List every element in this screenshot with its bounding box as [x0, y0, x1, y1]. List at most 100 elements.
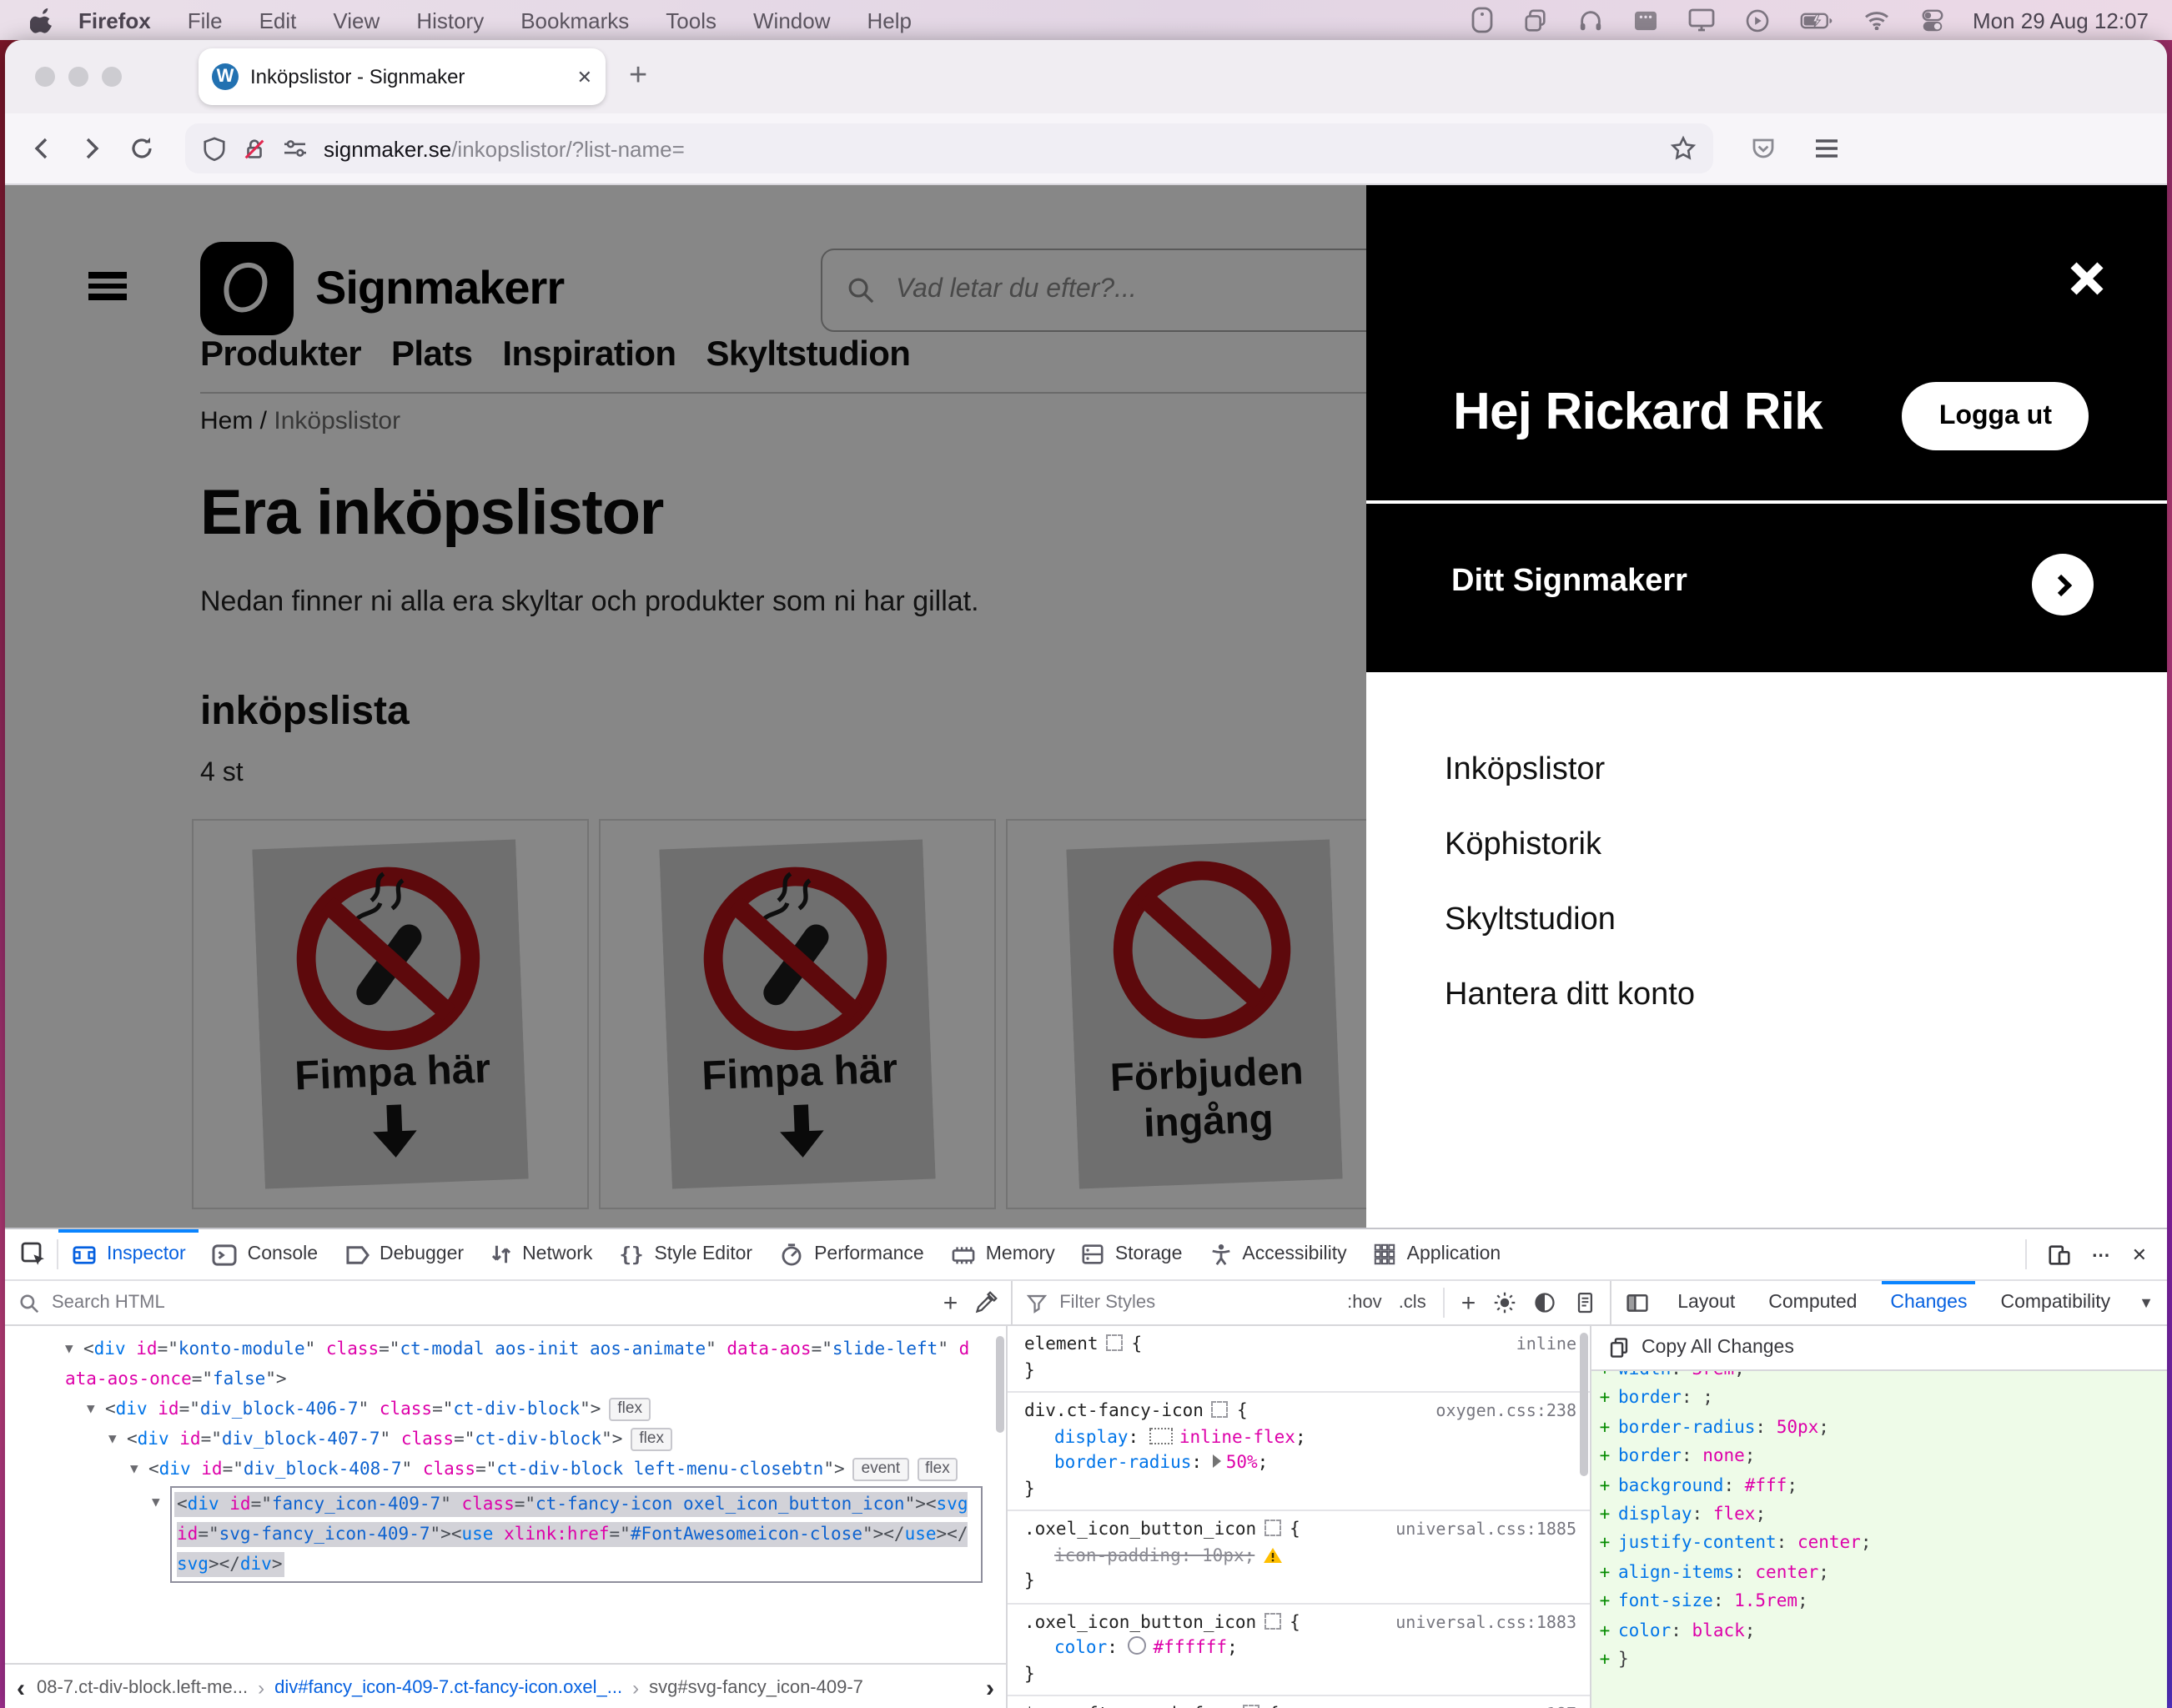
breadcrumb-scroll-left-icon[interactable]: ‹ [5, 1674, 37, 1702]
headphones-icon[interactable] [1579, 8, 1604, 33]
pocket-icon[interactable] [1750, 135, 1777, 162]
highlight-selector-icon[interactable] [1264, 1612, 1281, 1629]
sidebar-tab-layout[interactable]: Layout [1672, 1281, 1740, 1324]
twisty-icon[interactable]: ▼ [130, 1454, 148, 1484]
devtools-tab-storage[interactable]: Storage [1068, 1229, 1196, 1279]
markup-node-selected[interactable]: ▼<div id="fancy_icon-409-7" class="ct-fa… [5, 1486, 1006, 1583]
lock-insecure-icon[interactable] [242, 136, 267, 161]
markup-node[interactable]: ▼<div id="div_block-408-7" class="ct-div… [5, 1454, 1006, 1484]
battery-icon[interactable] [1801, 11, 1834, 29]
eyedropper-icon[interactable] [974, 1291, 998, 1314]
devtools-close-icon[interactable]: ✕ [2132, 1243, 2147, 1265]
devtools-tab-debugger[interactable]: Debugger [331, 1229, 477, 1279]
responsive-mode-icon[interactable] [2047, 1242, 2072, 1267]
markup-breadcrumb-item[interactable]: 08-7.ct-div-block.left-me... [37, 1678, 248, 1698]
forward-button[interactable] [78, 135, 105, 162]
menu-item-view[interactable]: View [333, 8, 380, 33]
panel-link-skyltstudion[interactable]: Skyltstudion [1445, 902, 1695, 939]
menu-item-firefox[interactable]: Firefox [78, 8, 151, 33]
chevron-right-icon[interactable] [2032, 554, 2094, 615]
add-rule-icon[interactable]: + [1461, 1289, 1476, 1317]
highlight-selector-icon[interactable] [1244, 1705, 1260, 1708]
trackpad-icon[interactable] [1472, 7, 1494, 33]
tab-close-icon[interactable]: ✕ [577, 66, 592, 88]
traffic-light-zoom[interactable] [102, 67, 122, 87]
highlight-selector-icon[interactable] [1107, 1334, 1124, 1351]
panel-section-label[interactable]: Ditt Signmakerr [1451, 564, 1687, 600]
panel-close-icon[interactable] [2067, 259, 2107, 299]
devtools-tab-inspector[interactable]: Inspector [58, 1229, 199, 1279]
menubar-clock[interactable]: Mon 29 Aug 12:07 [1973, 8, 2149, 33]
twisty-icon[interactable]: ▼ [87, 1394, 105, 1424]
devtools-menu-icon[interactable]: ⋯ [2092, 1243, 2112, 1265]
devtools-tab-console[interactable]: Console [199, 1229, 331, 1279]
dark-scheme-icon[interactable] [1532, 1291, 1556, 1314]
sidebar-tab-changes[interactable]: Changes [1885, 1281, 1972, 1324]
bookmark-star-icon[interactable] [1670, 135, 1697, 162]
apple-icon[interactable] [30, 7, 55, 33]
sidebar-tab-computed[interactable]: Computed [1763, 1281, 1862, 1324]
sidebar-toggle-icon[interactable] [1624, 1291, 1649, 1314]
browser-tab[interactable]: W Inköpslistor - Signmaker ✕ [199, 48, 606, 105]
css-rule[interactable]: universal.css:1885.oxel_icon_button_icon… [1008, 1511, 1590, 1604]
twisty-icon[interactable]: ▼ [108, 1424, 127, 1454]
menu-item-file[interactable]: File [188, 8, 223, 33]
display-icon[interactable] [1689, 8, 1716, 32]
menu-item-help[interactable]: Help [867, 8, 913, 33]
css-declaration[interactable]: color: #ffffff; [1024, 1636, 1576, 1662]
badge-event[interactable]: event [853, 1458, 909, 1481]
add-node-icon[interactable]: + [943, 1289, 958, 1317]
class-toggle[interactable]: .cls [1399, 1293, 1426, 1313]
traffic-light-minimize[interactable] [68, 67, 88, 87]
new-tab-button[interactable]: + [629, 58, 647, 95]
expand-value-icon[interactable] [1213, 1454, 1221, 1468]
print-media-icon[interactable] [1572, 1291, 1596, 1314]
devtools-tab-network[interactable]: Network [477, 1229, 606, 1279]
twisty-icon[interactable]: ▼ [65, 1334, 83, 1364]
markup-search-bar[interactable]: Search HTML + [5, 1281, 1013, 1324]
menu-item-bookmarks[interactable]: Bookmarks [520, 8, 629, 33]
pseudo-class-toggle[interactable]: :hov [1347, 1293, 1382, 1313]
css-rule[interactable]: oxygen.css:238div.ct-fancy-icon{display:… [1008, 1393, 1590, 1511]
play-icon[interactable] [1746, 8, 1771, 33]
wifi-icon[interactable] [1864, 10, 1891, 30]
app-menu-icon[interactable] [1813, 137, 1840, 160]
devtools-tab-performance[interactable]: Performance [766, 1229, 938, 1279]
color-swatch-icon[interactable] [1129, 1636, 1147, 1655]
devtools-tab-style-editor[interactable]: {}Style Editor [606, 1229, 766, 1279]
markup-node[interactable]: ▼<div id="konto-module" class="ct-modal … [5, 1334, 1006, 1394]
keyboard-icon[interactable] [1634, 9, 1659, 31]
css-declaration[interactable]: icon-padding: 10px; [1024, 1544, 1576, 1570]
pick-element-icon[interactable] [20, 1241, 47, 1268]
markup-breadcrumb-item[interactable]: div#fancy_icon-409-7.ct-fancy-icon.oxel_… [274, 1678, 622, 1698]
badge-flex[interactable]: flex [609, 1398, 651, 1421]
markup-node[interactable]: ▼<div id="div_block-407-7" class="ct-div… [5, 1424, 1006, 1454]
highlight-selector-icon[interactable] [1212, 1401, 1229, 1418]
css-rule[interactable]: universal.css:1883.oxel_icon_button_icon… [1008, 1604, 1590, 1696]
highlight-selector-icon[interactable] [1264, 1520, 1281, 1536]
light-scheme-icon[interactable] [1492, 1291, 1516, 1314]
markup-breadcrumb-item[interactable]: svg#svg-fancy_icon-409-7 [649, 1678, 863, 1698]
logout-button[interactable]: Logga ut [1903, 382, 2089, 450]
sidebar-tabs-overflow-caret[interactable]: ▼ [2139, 1294, 2154, 1311]
sidebar-tab-compatibility[interactable]: Compatibility [1996, 1281, 2116, 1324]
css-declaration[interactable]: border-radius: 50%; [1024, 1451, 1576, 1477]
panel-link-inköpslistor[interactable]: Inköpslistor [1445, 752, 1695, 789]
menu-item-edit[interactable]: Edit [259, 8, 297, 33]
badge-flex[interactable]: flex [631, 1428, 672, 1451]
flex-swatch-icon[interactable] [1149, 1427, 1173, 1444]
permissions-icon[interactable] [282, 137, 309, 160]
reload-button[interactable] [128, 135, 155, 162]
menu-item-history[interactable]: History [416, 8, 484, 33]
toggles-icon[interactable] [1921, 8, 1946, 33]
devtools-tab-accessibility[interactable]: Accessibility [1195, 1229, 1360, 1279]
devtools-tab-memory[interactable]: Memory [938, 1229, 1068, 1279]
shield-icon[interactable] [202, 136, 227, 161]
menu-item-tools[interactable]: Tools [666, 8, 716, 33]
stylesheet-link[interactable]: universal.css:1883 [1395, 1610, 1576, 1636]
markup-scrollbar[interactable] [996, 1336, 1004, 1433]
badge-flex[interactable]: flex [917, 1458, 958, 1481]
traffic-light-close[interactable] [35, 67, 55, 87]
url-bar[interactable]: signmaker.se/inkopslistor/?list-name= [185, 123, 1713, 173]
breadcrumb-scroll-right-icon[interactable]: › [974, 1674, 1006, 1702]
